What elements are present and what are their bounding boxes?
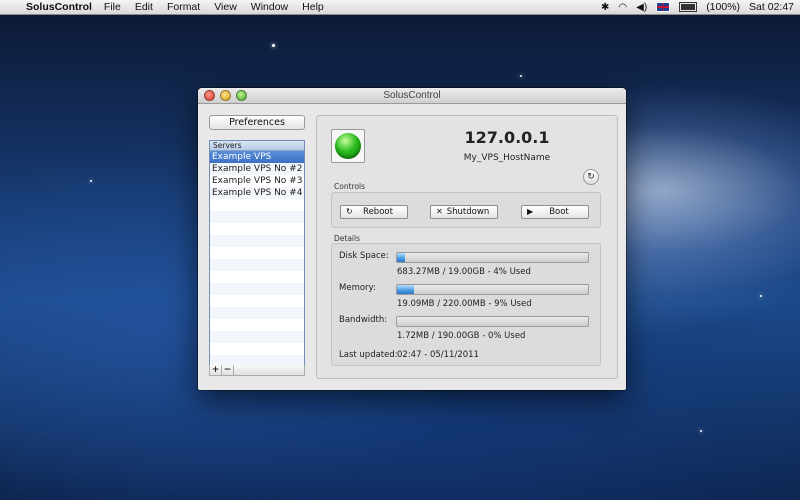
last-updated-value: 02:47 - 05/11/2011 xyxy=(397,350,479,360)
reboot-label: Reboot xyxy=(363,207,393,217)
server-list-item[interactable]: Example VPS No #4 xyxy=(210,187,304,199)
empty-list-row xyxy=(210,319,304,331)
server-detail-panel: 127.0.0.1 My_VPS_HostName ↻ Controls ↻ R… xyxy=(316,115,618,379)
menu-format[interactable]: Format xyxy=(167,1,200,13)
empty-list-row xyxy=(210,223,304,235)
bluetooth-icon[interactable]: ✱ xyxy=(601,2,609,13)
disk-space-label: Disk Space: xyxy=(339,251,389,261)
window-title: SolusControl xyxy=(383,90,441,101)
host-ip: 127.0.0.1 xyxy=(464,128,550,147)
server-list-header[interactable]: Servers xyxy=(210,141,304,151)
details-group: Disk Space: 683.27MB / 19.00GB - 4% Used… xyxy=(331,243,601,366)
menu-file[interactable]: File xyxy=(104,1,121,13)
memory-usage-text: 19.09MB / 220.00MB - 9% Used xyxy=(397,299,532,309)
zoom-window-button[interactable] xyxy=(236,90,247,101)
server-list[interactable]: Servers Example VPS Example VPS No #2 Ex… xyxy=(209,140,305,367)
server-list-item[interactable]: Example VPS No #2 xyxy=(210,163,304,175)
reboot-button[interactable]: ↻ Reboot xyxy=(340,205,408,219)
remove-server-button[interactable]: − xyxy=(222,365,234,375)
empty-list-row xyxy=(210,283,304,295)
memory-usage-fill xyxy=(397,285,415,294)
disk-usage-bar xyxy=(396,252,589,263)
disk-usage-fill xyxy=(397,253,405,262)
empty-list-row xyxy=(210,271,304,283)
empty-list-row xyxy=(210,211,304,223)
shutdown-icon: ✕ xyxy=(436,207,443,216)
preferences-button[interactable]: Preferences xyxy=(209,115,305,130)
server-list-toolbar: + − xyxy=(209,365,305,376)
input-source-flag-icon[interactable] xyxy=(656,2,671,12)
refresh-button[interactable]: ↻ xyxy=(583,169,599,185)
battery-percent: (100%) xyxy=(706,1,741,13)
status-light-icon xyxy=(335,133,361,159)
wifi-icon[interactable]: ◠ xyxy=(618,2,627,13)
minimize-window-button[interactable] xyxy=(220,90,231,101)
last-updated-label: Last updated: xyxy=(339,350,398,360)
window-titlebar[interactable]: SolusControl xyxy=(198,88,626,104)
memory-usage-bar xyxy=(396,284,589,295)
menu-edit[interactable]: Edit xyxy=(135,1,153,13)
close-window-button[interactable] xyxy=(204,90,215,101)
shutdown-button[interactable]: ✕ Shutdown xyxy=(430,205,498,219)
bandwidth-usage-text: 1.72MB / 190.00GB - 0% Used xyxy=(397,331,526,341)
controls-group: ↻ Reboot ✕ Shutdown ▶ Boot xyxy=(331,192,601,228)
empty-list-row xyxy=(210,307,304,319)
empty-list-row xyxy=(210,199,304,211)
star xyxy=(90,180,92,182)
menu-view[interactable]: View xyxy=(214,1,237,13)
empty-list-row xyxy=(210,247,304,259)
empty-list-row xyxy=(210,259,304,271)
host-name: My_VPS_HostName xyxy=(463,153,551,163)
star xyxy=(272,44,275,47)
details-section-label: Details xyxy=(334,234,361,243)
add-server-button[interactable]: + xyxy=(210,365,222,375)
shutdown-label: Shutdown xyxy=(446,207,490,217)
refresh-icon: ↻ xyxy=(587,172,595,182)
disk-usage-text: 683.27MB / 19.00GB - 4% Used xyxy=(397,267,531,277)
empty-list-row xyxy=(210,235,304,247)
bandwidth-label: Bandwidth: xyxy=(339,315,388,325)
memory-label: Memory: xyxy=(339,283,376,293)
star xyxy=(520,75,522,77)
menu-bar: SolusControl File Edit Format View Windo… xyxy=(0,0,800,15)
empty-list-row xyxy=(210,295,304,307)
reboot-icon: ↻ xyxy=(346,207,353,216)
boot-button[interactable]: ▶ Boot xyxy=(521,205,589,219)
menubar-clock[interactable]: Sat 02:47 xyxy=(749,1,794,13)
server-list-item[interactable]: Example VPS No #3 xyxy=(210,175,304,187)
server-list-item[interactable]: Example VPS xyxy=(210,151,304,163)
boot-label: Boot xyxy=(549,207,569,217)
volume-icon[interactable]: ◀) xyxy=(636,2,647,13)
empty-list-row xyxy=(210,343,304,355)
battery-icon[interactable] xyxy=(679,2,698,12)
solus-control-window: SolusControl Preferences Servers Example… xyxy=(198,88,626,390)
menu-help[interactable]: Help xyxy=(302,1,324,13)
boot-icon: ▶ xyxy=(527,207,534,216)
empty-list-row xyxy=(210,331,304,343)
controls-section-label: Controls xyxy=(334,182,366,191)
bandwidth-usage-bar xyxy=(396,316,589,327)
menu-window[interactable]: Window xyxy=(251,1,288,13)
app-menu[interactable]: SolusControl xyxy=(26,1,92,13)
server-status-indicator xyxy=(331,129,365,163)
star xyxy=(700,430,702,432)
star xyxy=(760,295,762,297)
